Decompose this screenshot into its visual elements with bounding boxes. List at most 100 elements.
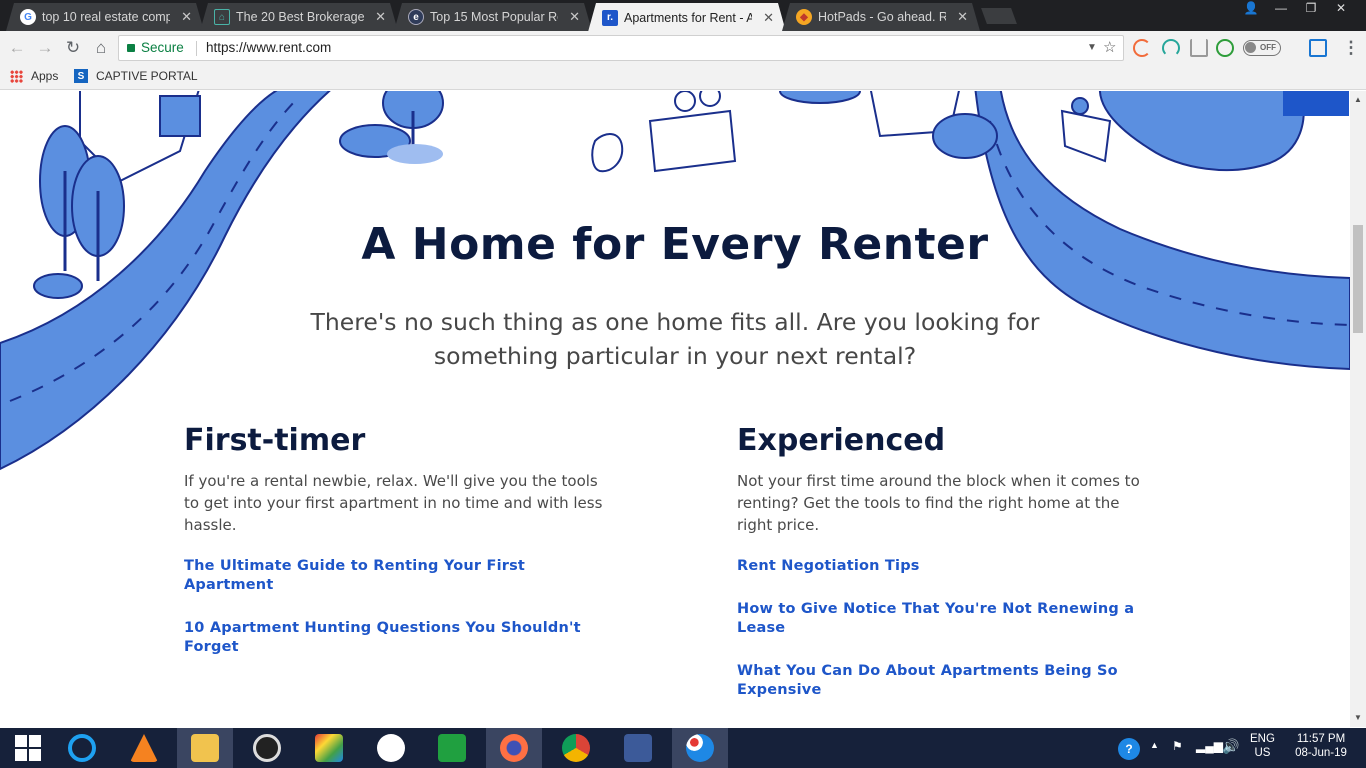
- network-icon[interactable]: ▂▄▆: [1196, 739, 1223, 753]
- close-window-button[interactable]: ✕: [1326, 0, 1356, 17]
- dropdown-arrow-icon[interactable]: ▼: [1087, 42, 1097, 53]
- reload-button[interactable]: ↻: [62, 37, 84, 59]
- extension-square-icon[interactable]: [1309, 39, 1327, 57]
- region-code: US: [1254, 747, 1271, 759]
- internet-explorer-icon[interactable]: [54, 728, 110, 768]
- page-scrollbar[interactable]: ▲ ▼: [1350, 91, 1366, 727]
- link-apartment-hunting-questions[interactable]: 10 Apartment Hunting Questions You Shoul…: [184, 619, 614, 657]
- hotpads-icon: ◆: [796, 9, 812, 25]
- windows-start-icon[interactable]: [0, 728, 56, 768]
- section-title: First-timer: [184, 423, 366, 458]
- browser-toolbar: ← → ↻ ⌂ Secure https://www.rent.com ▼ ☆ …: [0, 31, 1366, 64]
- link-apartments-expensive[interactable]: What You Can Do About Apartments Being S…: [737, 662, 1157, 700]
- restore-button[interactable]: ❐: [1296, 0, 1326, 17]
- tab-title: HotPads - Go ahead. Ren: [818, 10, 946, 24]
- dog: [591, 133, 624, 173]
- chair-person: [1060, 109, 1112, 163]
- store-icon[interactable]: [424, 728, 480, 768]
- e-badge-icon: e: [408, 9, 424, 25]
- bookmark-captive-portal[interactable]: S CAPTIVE PORTAL: [74, 69, 198, 83]
- hp-icon[interactable]: [363, 728, 419, 768]
- help-icon[interactable]: ?: [1118, 738, 1140, 760]
- close-icon[interactable]: ✕: [375, 9, 386, 25]
- bush: [33, 273, 83, 299]
- sql-icon[interactable]: [610, 728, 666, 768]
- page-subheading: There's no such thing as one home fits a…: [310, 308, 1040, 370]
- scroll-up-icon[interactable]: ▲: [1354, 95, 1362, 104]
- person: [1071, 97, 1089, 115]
- tab-strip: G top 10 real estate compa ✕ ⌂ The 20 Be…: [0, 0, 1366, 31]
- photo-app-icon[interactable]: [301, 728, 357, 768]
- chevron-up-icon[interactable]: ▲: [1150, 740, 1159, 750]
- secure-label: Secure: [141, 40, 184, 55]
- link-rent-negotiation-tips[interactable]: Rent Negotiation Tips: [737, 557, 1157, 576]
- chrome-icon[interactable]: [548, 728, 604, 768]
- download-icon[interactable]: [1190, 39, 1208, 57]
- extension-c-icon[interactable]: [1133, 39, 1151, 57]
- url-text[interactable]: https://www.rent.com: [206, 40, 331, 55]
- scroll-down-icon[interactable]: ▼: [1354, 713, 1362, 722]
- paint-icon[interactable]: [672, 728, 728, 768]
- language-code: ENG: [1250, 733, 1275, 745]
- close-icon[interactable]: ✕: [763, 10, 774, 26]
- bookmark-apps[interactable]: Apps: [10, 69, 58, 83]
- tab-title: top 10 real estate compa: [42, 10, 170, 24]
- address-bar[interactable]: Secure https://www.rent.com ▼ ☆: [118, 35, 1124, 61]
- power-icon[interactable]: [1216, 39, 1234, 57]
- close-icon[interactable]: ✕: [957, 9, 968, 25]
- back-button[interactable]: ←: [6, 37, 28, 59]
- camera-icon[interactable]: [239, 728, 295, 768]
- bookmark-label: Apps: [31, 69, 59, 83]
- language-indicator[interactable]: ENG US: [1250, 733, 1275, 759]
- close-icon[interactable]: ✕: [181, 9, 192, 25]
- vlc-icon[interactable]: [116, 728, 172, 768]
- captive-portal-icon: S: [74, 69, 88, 83]
- minimize-button[interactable]: —: [1266, 0, 1296, 17]
- link-ultimate-guide[interactable]: The Ultimate Guide to Renting Your First…: [184, 557, 614, 595]
- tab-google-search[interactable]: G top 10 real estate compa ✕: [6, 3, 204, 31]
- extension-toggle[interactable]: OFF: [1243, 40, 1281, 56]
- apps-grid-icon: [10, 69, 23, 83]
- tab-title: Top 15 Most Popular Rea: [430, 10, 558, 24]
- close-icon[interactable]: ✕: [569, 9, 580, 25]
- volume-icon[interactable]: 🔊: [1222, 738, 1239, 755]
- tab-popular-real-estate[interactable]: e Top 15 Most Popular Rea ✕: [394, 3, 592, 31]
- link-give-notice[interactable]: How to Give Notice That You're Not Renew…: [737, 600, 1157, 638]
- lock-icon: [127, 44, 135, 52]
- bush: [932, 113, 998, 159]
- first-timer-section: First-timer If you're a rental newbie, r…: [184, 423, 614, 681]
- page-headline: A Home for Every Renter: [361, 219, 989, 270]
- tab-rent-com[interactable]: r. Apartments for Rent - Ap ✕: [588, 3, 786, 32]
- profile-icon[interactable]: 👤: [1236, 0, 1266, 17]
- scroll-thumb[interactable]: [1353, 225, 1363, 333]
- menu-icon[interactable]: ⋮: [1340, 37, 1362, 59]
- divider: [196, 41, 197, 56]
- section-description: Not your first time around the block whe…: [737, 472, 1140, 534]
- file-explorer-icon[interactable]: [177, 728, 233, 768]
- clock-time: 11:57 PM: [1296, 733, 1346, 745]
- blue-block: [1283, 91, 1349, 116]
- clock-date: 08-Jun-19: [1295, 747, 1347, 759]
- tab-brokerage[interactable]: ⌂ The 20 Best Brokerage ar ✕: [200, 3, 398, 31]
- bookmarks-bar: Apps S CAPTIVE PORTAL: [0, 64, 1366, 90]
- forward-button[interactable]: →: [34, 37, 56, 59]
- tab-hotpads[interactable]: ◆ HotPads - Go ahead. Ren ✕: [782, 3, 980, 31]
- secure-indicator[interactable]: Secure: [127, 40, 184, 55]
- pond: [1098, 91, 1305, 172]
- windows-taskbar: ? ▲ ⚑ ▂▄▆ 🔊 ENG US 11:57 PM 08-Jun-19: [0, 728, 1366, 768]
- headphones-icon[interactable]: [1162, 39, 1180, 57]
- bench: [648, 109, 737, 173]
- house-window: [159, 95, 201, 137]
- firefox-icon[interactable]: [486, 728, 542, 768]
- section-description: If you're a rental newbie, relax. We'll …: [184, 472, 603, 534]
- flag-icon[interactable]: ⚑: [1172, 739, 1183, 753]
- clock[interactable]: 11:57 PM 08-Jun-19: [1290, 733, 1352, 759]
- rent-icon: r.: [602, 10, 618, 26]
- bush: [779, 91, 861, 104]
- section-title: Experienced: [737, 423, 946, 458]
- new-tab-button[interactable]: [981, 8, 1017, 24]
- experienced-section: Experienced Not your first time around t…: [737, 423, 1157, 724]
- page-content: A Home for Every Renter There's no such …: [0, 91, 1350, 727]
- home-button[interactable]: ⌂: [90, 37, 112, 59]
- bookmark-star-icon[interactable]: ☆: [1103, 38, 1116, 56]
